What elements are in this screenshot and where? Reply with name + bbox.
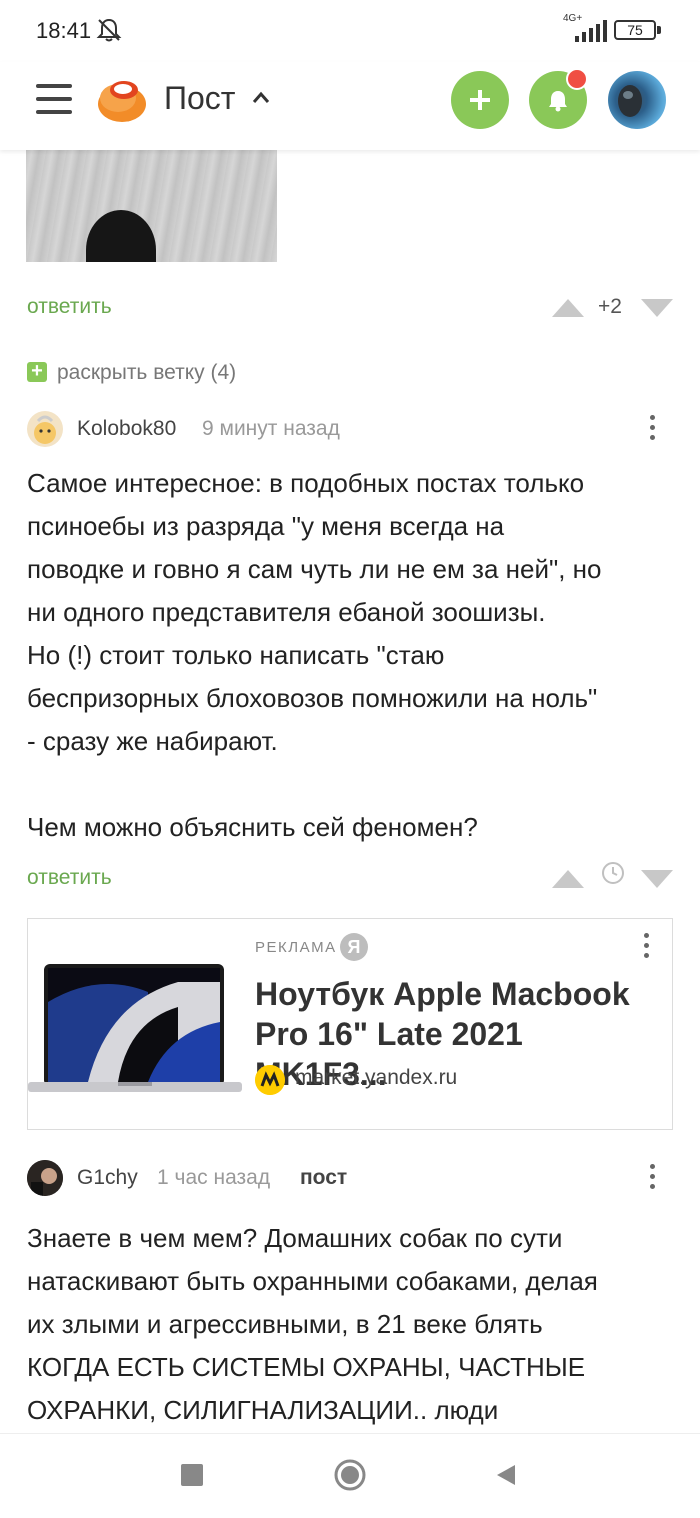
ad-more-options-icon[interactable] xyxy=(642,933,650,963)
comment-rating: +2 xyxy=(598,295,622,318)
menu-icon[interactable] xyxy=(36,84,72,116)
avatar-image xyxy=(34,415,56,444)
ad-label: РЕКЛАМА xyxy=(255,939,337,956)
reply-link[interactable]: ответить xyxy=(27,295,112,319)
comment-author[interactable]: Kolobok80 xyxy=(77,417,176,441)
expand-thread-link[interactable]: раскрыть ветку (4) xyxy=(57,361,236,385)
more-options-icon[interactable] xyxy=(648,1164,656,1194)
upvote-icon[interactable] xyxy=(551,297,585,319)
yandex-badge-icon: Я xyxy=(340,933,368,961)
laptop-image[interactable] xyxy=(28,962,242,1098)
downvote-icon[interactable] xyxy=(640,297,674,319)
bell-off-icon xyxy=(96,18,122,42)
pikabu-logo[interactable] xyxy=(96,74,148,124)
add-post-button[interactable] xyxy=(451,71,509,129)
yandex-market-icon xyxy=(255,1065,285,1095)
chevron-up-icon[interactable] xyxy=(250,88,272,108)
commenter-avatar[interactable] xyxy=(27,1160,63,1196)
image-content xyxy=(86,210,156,262)
back-button[interactable] xyxy=(495,1463,517,1487)
comment-time[interactable]: 1 час назад xyxy=(157,1166,270,1190)
comment-image[interactable] xyxy=(26,150,277,262)
status-time: 18:41 xyxy=(36,18,92,43)
battery-indicator: 75 xyxy=(614,20,656,40)
comment-author[interactable]: G1chy xyxy=(77,1166,138,1190)
downvote-icon[interactable] xyxy=(640,868,674,890)
home-button[interactable] xyxy=(333,1458,367,1492)
user-avatar[interactable] xyxy=(608,71,666,129)
avatar-image xyxy=(27,1160,63,1196)
battery-nub xyxy=(657,26,661,34)
avatar-image xyxy=(618,85,642,117)
ad-domain[interactable]: market.yandex.ru xyxy=(295,1066,457,1090)
page-title[interactable]: Пост xyxy=(164,80,235,117)
plus-icon xyxy=(470,90,490,110)
expand-plus-icon[interactable]: + xyxy=(27,361,47,382)
upvote-icon[interactable] xyxy=(551,868,585,890)
notification-badge xyxy=(566,68,588,90)
post-author-tag: пост xyxy=(300,1166,348,1189)
commenter-avatar[interactable] xyxy=(27,411,63,447)
reply-link[interactable]: ответить xyxy=(27,866,112,890)
comment-time[interactable]: 9 минут назад xyxy=(202,417,340,441)
recent-apps-button[interactable] xyxy=(181,1464,203,1486)
more-options-icon[interactable] xyxy=(648,415,656,445)
comment-text: Знаете в чем мем? Домашних собак по сути… xyxy=(27,1223,598,1425)
clock-icon xyxy=(602,862,624,884)
signal-icon xyxy=(575,20,607,42)
comment-text: Самое интересное: в подобных постах толь… xyxy=(27,468,602,842)
